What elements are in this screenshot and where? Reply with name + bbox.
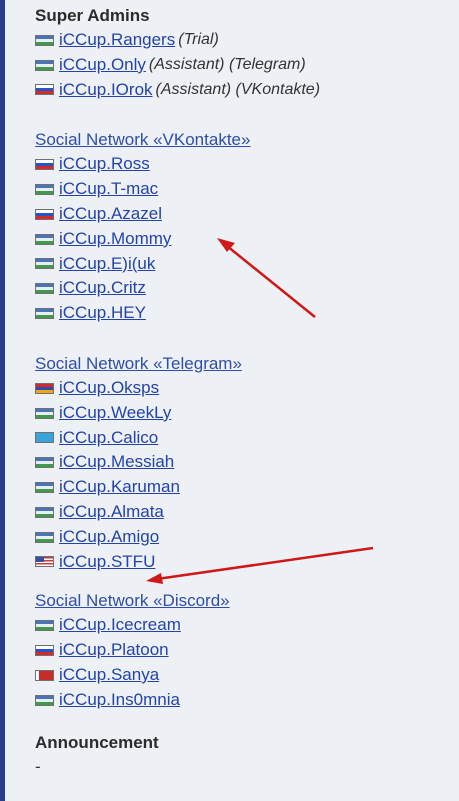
announcement-heading: Announcement [35, 732, 159, 752]
member-link[interactable]: iCCup.Ross [59, 152, 150, 177]
super-admins-list: iCCup.Rangers (Trial) iCCup.Only (Assistant… [35, 28, 455, 102]
member-row: iCCup.Calico [35, 426, 455, 451]
member-link[interactable]: iCCup.Only [59, 53, 146, 78]
member-link[interactable]: iCCup.Karuman [59, 475, 180, 500]
flag-icon [35, 184, 54, 196]
flag-icon [35, 59, 54, 71]
flag-icon [35, 34, 54, 46]
member-row: iCCup.Critz [35, 276, 455, 301]
member-link[interactable]: iCCup.STFU [59, 550, 155, 575]
member-link[interactable]: iCCup.Mommy [59, 227, 171, 252]
flag-icon [35, 382, 54, 394]
member-row: iCCup.Icecream [35, 613, 455, 638]
telegram-section-link[interactable]: Social Network «Telegram» [35, 351, 455, 376]
member-row: iCCup.Messiah [35, 450, 455, 475]
flag-icon [35, 531, 54, 543]
member-row: iCCup.Sanya [35, 663, 455, 688]
member-link[interactable]: iCCup.Messiah [59, 450, 174, 475]
member-row: iCCup.E)i(uk [35, 252, 455, 277]
member-row: iCCup.Karuman [35, 475, 455, 500]
member-role-note: (Assistant) (Telegram) [148, 55, 306, 73]
member-row: iCCup.STFU [35, 550, 455, 575]
flag-icon [35, 457, 54, 469]
member-row: iCCup.Ross [35, 152, 455, 177]
flag-icon [35, 482, 54, 494]
member-row: iCCup.HEY [35, 301, 455, 326]
flag-icon [35, 694, 54, 706]
member-row: iCCup.IOrok (Assistant) (VKontakte) [35, 78, 455, 103]
member-row: iCCup.Almata [35, 500, 455, 525]
flag-icon [35, 208, 54, 220]
member-row: iCCup.Oksps [35, 376, 455, 401]
staff-list: Super Admins iCCup.Rangers (Trial) iCCup.O… [35, 4, 455, 779]
flag-icon [35, 506, 54, 518]
flag-icon [35, 645, 54, 657]
flag-icon [35, 669, 54, 681]
flag-icon [35, 556, 54, 568]
member-link[interactable]: iCCup.IOrok [59, 78, 153, 103]
flag-icon [35, 432, 54, 444]
discord-section-link[interactable]: Social Network «Discord» [35, 588, 455, 613]
flag-icon [35, 84, 54, 96]
member-link[interactable]: iCCup.Amigo [59, 525, 159, 550]
member-link[interactable]: iCCup.Calico [59, 426, 158, 451]
member-row: iCCup.T-mac [35, 177, 455, 202]
announcement-text: - [35, 756, 41, 776]
flag-icon [35, 258, 54, 270]
member-link[interactable]: iCCup.T-mac [59, 177, 158, 202]
member-row: iCCup.WeekLy [35, 401, 455, 426]
member-row: iCCup.Only (Assistant) (Telegram) [35, 53, 455, 78]
member-row: iCCup.Platoon [35, 638, 455, 663]
member-row: iCCup.Amigo [35, 525, 455, 550]
vkontakte-section-link[interactable]: Social Network «VKontakte» [35, 127, 455, 152]
flag-icon [35, 620, 54, 632]
member-link[interactable]: iCCup.WeekLy [59, 401, 171, 426]
flag-icon [35, 283, 54, 295]
member-link[interactable]: iCCup.E)i(uk [59, 252, 155, 277]
vkontakte-list: iCCup.Ross iCCup.T-mac iCCup.Azazel iCCup.… [35, 152, 455, 326]
flag-icon [35, 159, 54, 171]
member-row: iCCup.Mommy [35, 227, 455, 252]
member-link[interactable]: iCCup.Platoon [59, 638, 169, 663]
member-row: iCCup.Rangers (Trial) [35, 28, 455, 53]
member-link[interactable]: iCCup.Ins0mnia [59, 688, 180, 713]
member-link[interactable]: iCCup.Icecream [59, 613, 181, 638]
member-link[interactable]: iCCup.HEY [59, 301, 146, 326]
super-admins-heading: Super Admins [35, 6, 150, 25]
member-link[interactable]: iCCup.Oksps [59, 376, 159, 401]
member-link[interactable]: iCCup.Rangers [59, 28, 175, 53]
member-role-note: (Assistant) (VKontakte) [155, 80, 321, 98]
flag-icon [35, 308, 54, 320]
telegram-list: iCCup.Oksps iCCup.WeekLy iCCup.Calico iCCup… [35, 376, 455, 574]
discord-list: iCCup.Icecream iCCup.Platoon iCCup.Sanya iC… [35, 613, 455, 712]
member-link[interactable]: iCCup.Critz [59, 276, 146, 301]
member-row: iCCup.Ins0mnia [35, 688, 455, 713]
member-link[interactable]: iCCup.Sanya [59, 663, 159, 688]
member-role-note: (Trial) [178, 31, 219, 48]
flag-icon [35, 407, 54, 419]
member-link[interactable]: iCCup.Almata [59, 500, 164, 525]
flag-icon [35, 233, 54, 245]
member-link[interactable]: iCCup.Azazel [59, 202, 162, 227]
staff-panel: Super Admins iCCup.Rangers (Trial) iCCup.O… [0, 0, 459, 801]
member-row: iCCup.Azazel [35, 202, 455, 227]
